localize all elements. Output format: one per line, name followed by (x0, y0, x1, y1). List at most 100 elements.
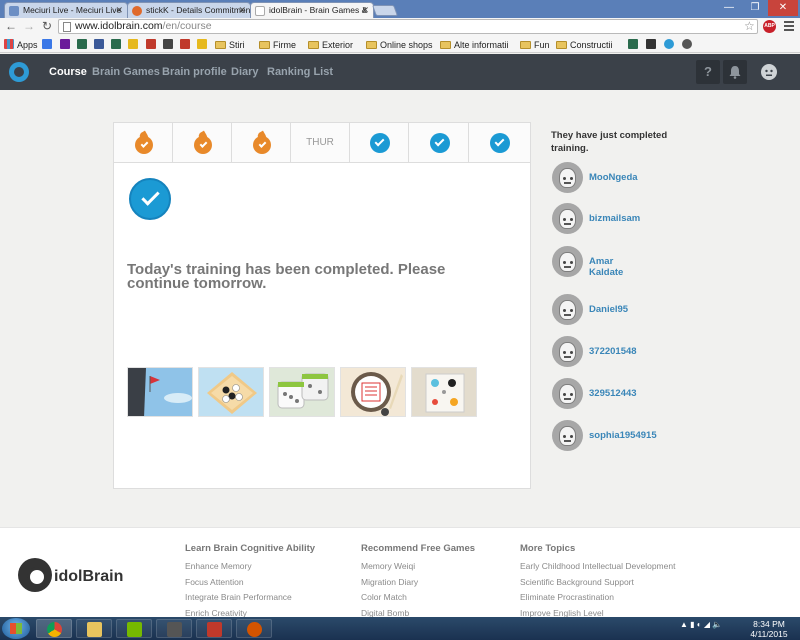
imdb-icon (128, 39, 138, 49)
user-avatar-icon[interactable] (757, 60, 781, 84)
bookmark-folder-alte-informatii[interactable]: Alte informatii (440, 39, 509, 51)
bookmark-folder-constructii[interactable]: Constructii (556, 39, 613, 51)
footer-link[interactable]: Integrate Brain Performance (185, 590, 315, 606)
notification-bell-icon[interactable] (723, 60, 747, 84)
folder-icon (308, 41, 319, 49)
footer-brand: idolBrain (54, 568, 124, 585)
footer-link[interactable]: Digital Bomb (361, 606, 475, 618)
bookmark-site[interactable] (197, 39, 210, 51)
close-tab-icon[interactable]: ✕ (238, 3, 246, 17)
user-link[interactable]: MooNgeda (589, 172, 638, 183)
new-tab-button[interactable] (371, 5, 399, 16)
bookmark-facebook[interactable] (94, 39, 107, 51)
close-tab-icon[interactable]: ✕ (115, 3, 123, 17)
browser-tab-meciuri[interactable]: Meciuri Live - Meciuri Live ✕ (4, 2, 128, 18)
user-link[interactable]: 372201548 (589, 346, 637, 357)
nav-ranking-list[interactable]: Ranking List (267, 66, 333, 78)
user-link[interactable]: Daniel95 (589, 304, 628, 315)
nav-course[interactable]: Course (49, 66, 87, 78)
restore-icon[interactable]: ❐ (742, 0, 768, 16)
reload-icon[interactable]: ↻ (40, 19, 54, 33)
browser-menu-icon[interactable] (784, 21, 794, 31)
folder-icon (87, 622, 102, 637)
site-header: Course Brain Games Brain profile Diary R… (0, 54, 800, 90)
bookmark-yahoo[interactable] (60, 39, 73, 51)
user-link[interactable]: sophia1954915 (589, 430, 657, 441)
game-thumbnail-climb[interactable] (127, 367, 193, 417)
close-tab-icon[interactable]: ✕ (361, 3, 369, 17)
game-thumbnail-board[interactable] (411, 367, 477, 417)
forward-arrow-icon[interactable]: → (22, 19, 36, 33)
bookmark-label: Alte informatii (454, 40, 509, 50)
bookmark-apps[interactable]: Apps (4, 39, 38, 51)
back-arrow-icon[interactable]: ← (4, 19, 18, 33)
game-thumbnail-weiqi[interactable] (198, 367, 264, 417)
completion-message: Today's training has been completed. Ple… (127, 261, 446, 292)
bookmark-site[interactable] (682, 39, 695, 51)
tab-title: Meciuri Live - Meciuri Live (23, 5, 122, 15)
footer-link[interactable]: Eliminate Procrastination (520, 590, 675, 606)
footer-link[interactable]: Scientific Background Support (520, 575, 675, 591)
footer-link[interactable]: Memory Weiqi (361, 559, 475, 575)
footer-link[interactable]: Enrich Creativity (185, 606, 315, 618)
close-window-icon[interactable]: ✕ (768, 0, 798, 16)
footer-link[interactable]: Focus Attention (185, 575, 315, 591)
game-thumbnail-memo[interactable] (340, 367, 406, 417)
bookmark-site[interactable] (146, 39, 159, 51)
user-link[interactable]: bizmailsam (589, 213, 640, 224)
footer-link[interactable]: Color Match (361, 590, 475, 606)
page-icon (255, 6, 265, 16)
start-button-icon[interactable] (2, 618, 30, 639)
taskbar-app[interactable] (196, 619, 232, 638)
system-tray-icons[interactable]: ▲ ▮ ◐ ◢ 🔈 (680, 620, 722, 629)
nav-diary[interactable]: Diary (231, 66, 259, 78)
browser-tab-stickk[interactable]: stickK - Details Commitment ✕ (127, 2, 251, 18)
idolbrain-logo-icon[interactable] (9, 62, 29, 82)
bookmark-site[interactable] (664, 39, 677, 51)
help-button[interactable]: ? (696, 60, 720, 84)
avatar (552, 162, 583, 193)
bookmark-folder-exterior[interactable]: Exterior (308, 39, 353, 51)
bookmark-site[interactable] (646, 39, 659, 51)
taskbar-explorer[interactable] (76, 619, 112, 638)
footer-column-learn: Learn Brain Cognitive Ability Enhance Me… (185, 543, 315, 617)
bookmark-site[interactable] (180, 39, 193, 51)
user-link[interactable]: 329512443 (589, 388, 637, 399)
footer-link[interactable]: Early Childhood Intellectual Development (520, 559, 675, 575)
bookmark-site[interactable] (628, 39, 641, 51)
site-icon (197, 39, 207, 49)
day-slot (232, 123, 291, 163)
bookmark-site[interactable] (163, 39, 176, 51)
game-thumbnail-dice[interactable] (269, 367, 335, 417)
folder-icon (215, 41, 226, 49)
footer-link[interactable]: Improve English Level (520, 606, 675, 618)
nav-brain-games[interactable]: Brain Games (92, 66, 160, 78)
bookmark-folder-online-shops[interactable]: Online shops (366, 39, 433, 51)
taskbar-app[interactable] (236, 619, 272, 638)
taskbar-nvidia[interactable] (116, 619, 152, 638)
footer-column-title: Recommend Free Games (361, 543, 476, 554)
footer-link[interactable]: Enhance Memory (185, 559, 315, 575)
footer-link[interactable]: Migration Diary (361, 575, 475, 591)
bookmark-google[interactable] (42, 39, 55, 51)
bookmark-folder-stiri[interactable]: Stiri (215, 39, 245, 51)
bookmark-star-icon[interactable]: ☆ (744, 19, 755, 33)
address-bar[interactable]: www.idolbrain.com/en/course (58, 19, 758, 34)
browser-tab-strip: Meciuri Live - Meciuri Live ✕ stickK - D… (0, 0, 800, 19)
bookmark-folder-firme[interactable]: Firme (259, 39, 296, 51)
taskbar-clock[interactable]: 8:34 PM 4/11/2015 (748, 619, 790, 639)
user-link[interactable]: Amar Kaldate (589, 256, 629, 278)
browser-tab-idolbrain[interactable]: idolBrain - Brain Games & ✕ (250, 2, 374, 19)
idolbrain-footer-logo-icon (18, 558, 52, 592)
bookmark-imdb[interactable] (128, 39, 141, 51)
bookmark-site[interactable] (111, 39, 124, 51)
nav-brain-profile[interactable]: Brain profile (162, 66, 227, 78)
bookmark-folder-fun[interactable]: Fun (520, 39, 550, 51)
minimize-icon[interactable]: — (716, 0, 742, 16)
avatar (552, 203, 583, 234)
adblock-icon[interactable]: ABP (763, 20, 776, 33)
bookmark-site[interactable] (77, 39, 90, 51)
taskbar-media[interactable] (156, 619, 192, 638)
flame-check-icon (135, 132, 153, 154)
taskbar-chrome[interactable] (36, 619, 72, 638)
